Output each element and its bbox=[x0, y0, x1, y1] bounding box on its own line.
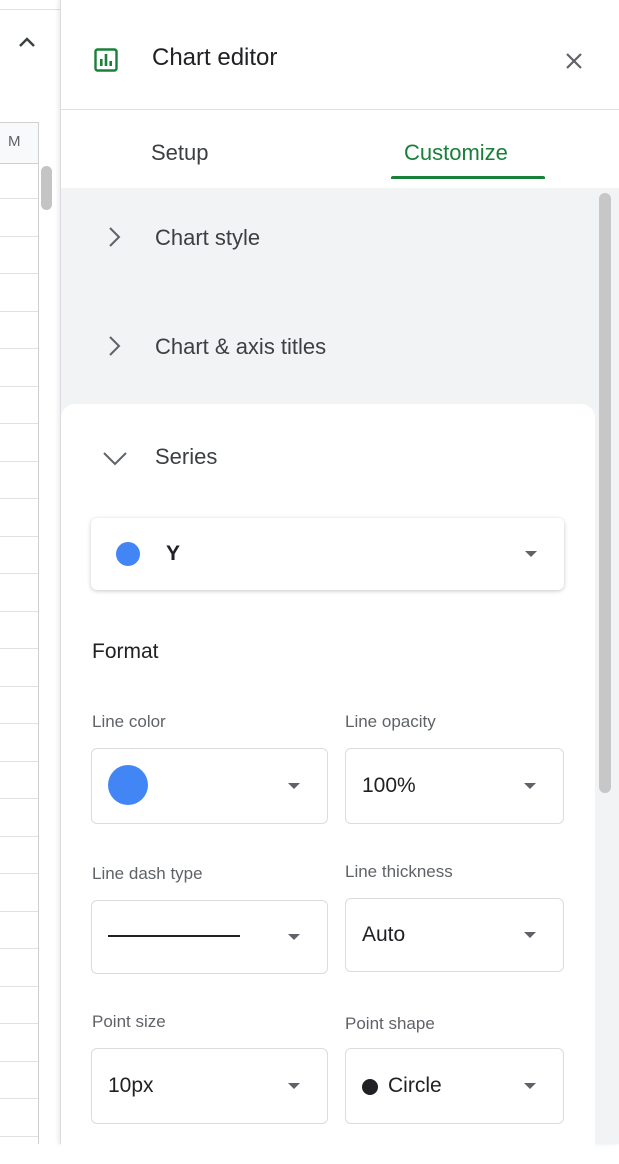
section-label: Chart style bbox=[155, 225, 261, 250]
page-title: Chart editor bbox=[152, 44, 278, 71]
caret-down-icon bbox=[288, 1083, 300, 1089]
sheet-row-line bbox=[0, 1098, 38, 1099]
chart-editor-panel: Chart editor Setup Customize Chart style… bbox=[60, 0, 619, 1164]
caret-down-icon bbox=[288, 783, 300, 789]
sheet-row-line bbox=[0, 911, 38, 912]
sheet-row-line bbox=[0, 686, 38, 687]
point-size-label: Point size bbox=[92, 1012, 166, 1031]
chart-editor-icon bbox=[94, 48, 118, 72]
section-chart-style[interactable]: Chart style bbox=[61, 188, 591, 288]
sheet-row-line bbox=[0, 611, 38, 612]
sheet-top-border bbox=[0, 9, 60, 10]
series-color-dot bbox=[116, 542, 140, 566]
column-header-label: M bbox=[8, 133, 21, 150]
chevron-right-icon bbox=[109, 336, 121, 356]
spreadsheet-strip: M bbox=[0, 0, 60, 1144]
point-size-value: 10px bbox=[108, 1074, 154, 1097]
circle-icon bbox=[362, 1079, 378, 1095]
sheet-row-line bbox=[0, 573, 38, 574]
caret-down-icon bbox=[525, 551, 537, 557]
tab-customize[interactable]: Customize bbox=[404, 140, 508, 166]
sheet-row-line bbox=[0, 498, 38, 499]
sheet-row-line bbox=[0, 1061, 38, 1062]
series-select[interactable]: Y bbox=[91, 518, 564, 590]
sheet-row-line bbox=[0, 461, 38, 462]
sheet-row-line bbox=[0, 1136, 38, 1137]
line-thickness-label: Line thickness bbox=[345, 862, 453, 881]
section-label: Chart & axis titles bbox=[155, 334, 327, 359]
sheet-row-line bbox=[0, 873, 38, 874]
solid-line-icon bbox=[108, 935, 240, 937]
series-select-value: Y bbox=[166, 542, 181, 565]
line-opacity-select[interactable]: 100% bbox=[345, 748, 564, 824]
chevron-right-icon bbox=[109, 227, 121, 247]
column-header[interactable]: M bbox=[0, 122, 39, 164]
tab-setup[interactable]: Setup bbox=[151, 140, 209, 166]
point-shape-select[interactable]: Circle bbox=[345, 1048, 564, 1124]
chart-editor-header: Chart editor Setup Customize bbox=[61, 0, 619, 188]
sheet-row-line bbox=[0, 386, 38, 387]
line-color-select[interactable] bbox=[91, 748, 328, 824]
sheet-row-line bbox=[0, 273, 38, 274]
panel-scrollbar[interactable] bbox=[599, 193, 611, 793]
sheet-row-line bbox=[0, 1023, 38, 1024]
sheet-row-line bbox=[0, 648, 38, 649]
caret-down-icon bbox=[524, 932, 536, 938]
sheet-row-line bbox=[0, 423, 38, 424]
sheet-row-line bbox=[0, 236, 38, 237]
section-label-series[interactable]: Series bbox=[155, 444, 217, 470]
sheet-scrollbar[interactable] bbox=[41, 166, 52, 210]
line-thickness-value: Auto bbox=[362, 923, 406, 946]
line-color-label: Line color bbox=[92, 712, 166, 731]
line-dash-label: Line dash type bbox=[92, 864, 203, 883]
caret-down-icon bbox=[288, 934, 300, 940]
point-shape-label: Point shape bbox=[345, 1014, 435, 1033]
sheet-row-line bbox=[0, 948, 38, 949]
close-icon[interactable] bbox=[563, 50, 585, 72]
line-opacity-value: 100% bbox=[362, 774, 416, 797]
point-shape-value: Circle bbox=[388, 1074, 442, 1097]
sheet-row-line bbox=[0, 198, 38, 199]
sheet-row-line bbox=[0, 761, 38, 762]
sheet-row-line bbox=[0, 986, 38, 987]
chevron-up-icon[interactable] bbox=[14, 30, 40, 56]
sheet-row-line bbox=[0, 311, 38, 312]
point-size-select[interactable]: 10px bbox=[91, 1048, 328, 1124]
series-section: Series Y Format Line color Line opacity … bbox=[61, 404, 595, 1164]
sheet-row-line bbox=[0, 836, 38, 837]
sheet-row-line bbox=[0, 798, 38, 799]
chevron-down-icon[interactable] bbox=[101, 444, 129, 472]
line-dash-select[interactable] bbox=[91, 900, 328, 974]
line-thickness-select[interactable]: Auto bbox=[345, 898, 564, 972]
section-chart-axis-titles[interactable]: Chart & axis titles bbox=[61, 297, 591, 397]
line-color-swatch bbox=[108, 765, 148, 805]
caret-down-icon bbox=[524, 783, 536, 789]
sheet-row-line bbox=[0, 723, 38, 724]
sheet-row-line bbox=[0, 536, 38, 537]
format-heading: Format bbox=[92, 640, 159, 663]
column-divider bbox=[38, 162, 39, 1144]
header-divider bbox=[61, 109, 619, 110]
sheet-row-line bbox=[0, 348, 38, 349]
line-opacity-label: Line opacity bbox=[345, 712, 436, 731]
active-tab-indicator bbox=[391, 176, 545, 179]
caret-down-icon bbox=[524, 1083, 536, 1089]
